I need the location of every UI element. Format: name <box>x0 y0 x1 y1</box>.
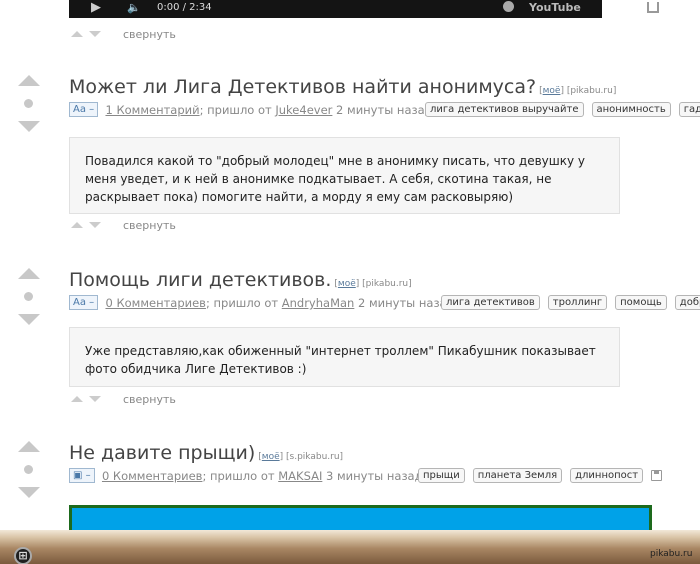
time-ago: 2 минуты назад <box>354 296 455 310</box>
time-ago: 2 минуты назад <box>332 103 433 117</box>
comments-link[interactable]: 0 Комментариев <box>102 469 203 483</box>
downvote-icon[interactable] <box>18 121 40 132</box>
mini-downvote-icon[interactable] <box>89 222 101 228</box>
post-meta: Аа – 0 Комментариев; пришло от AndryhaMa… <box>69 295 455 311</box>
author-link[interactable]: AndryhaMan <box>282 296 355 310</box>
tag[interactable]: помощь <box>615 295 667 310</box>
vote-widget <box>17 75 41 135</box>
vote-widget <box>17 441 41 501</box>
mini-downvote-icon[interactable] <box>89 31 101 37</box>
came-from-label: ; пришло от <box>205 296 282 310</box>
post-source: [моё] [s.pikabu.ru] <box>258 452 344 462</box>
source-domain: pikabu.ru <box>570 86 613 96</box>
mine-link[interactable]: моё <box>543 86 561 96</box>
post-meta: ▣ – 0 Комментариев; пришло от MAKSAI 3 м… <box>69 468 423 484</box>
mini-upvote-icon[interactable] <box>71 396 83 402</box>
post-title[interactable]: Не давите прыщи) <box>69 442 255 464</box>
tag-list: лига детективов выручайте анонимность гады <box>425 102 700 121</box>
video-time: 0:00 / 2:34 <box>157 2 212 13</box>
post-body: Повадился какой то "добрый молодец" мне … <box>69 137 620 214</box>
upvote-icon[interactable] <box>18 268 40 279</box>
video-player-controls: ▶ 🔈 0:00 / 2:34 YouTube <box>69 0 659 18</box>
watch-later-icon[interactable] <box>503 1 514 12</box>
tag-list: прыщи планета Земля длиннопост <box>418 468 663 487</box>
format-label: – <box>85 470 91 481</box>
collapse-link[interactable]: свернуть <box>123 28 176 42</box>
downvote-icon[interactable] <box>18 487 40 498</box>
post-source: [моё] [pikabu.ru] <box>539 86 617 96</box>
upvote-icon[interactable] <box>18 75 40 86</box>
watermark: pikabu.ru <box>650 549 693 559</box>
author-link[interactable]: MAKSAI <box>278 469 322 483</box>
youtube-logo[interactable]: YouTube <box>529 1 581 14</box>
rating-dot <box>24 465 33 474</box>
post-body: Уже представляю,как обиженный "интернет … <box>69 327 620 387</box>
tag[interactable]: лига детективов <box>441 295 540 310</box>
mini-upvote-icon[interactable] <box>71 222 83 228</box>
text-format-toggle[interactable]: Аа – <box>69 102 99 117</box>
tag-list: лига детективов троллинг помощь добро <box>441 295 700 314</box>
tag[interactable]: анонимность <box>591 102 671 117</box>
tag[interactable]: прыщи <box>418 468 465 483</box>
author-link[interactable]: Juke4ever <box>275 103 332 117</box>
camera-icon: ▣ <box>73 470 83 481</box>
post-title[interactable]: Помощь лиги детективов. <box>69 269 331 291</box>
save-icon[interactable] <box>651 470 663 481</box>
post-title-row: Помощь лиги детективов. [моё] [pikabu.ru] <box>69 268 412 292</box>
tag[interactable]: лига детективов выручайте <box>425 102 584 117</box>
mini-downvote-icon[interactable] <box>89 396 101 402</box>
comments-link[interactable]: 1 Комментарий <box>105 103 199 117</box>
taskbar: ⊞ <box>0 530 700 564</box>
upvote-icon[interactable] <box>18 441 40 452</box>
source-domain: s.pikabu.ru <box>289 452 340 462</box>
source-domain: pikabu.ru <box>365 279 409 289</box>
post-source: [моё] [pikabu.ru] <box>334 279 412 289</box>
mini-upvote-icon[interactable] <box>71 31 83 37</box>
comments-link[interactable]: 0 Комментариев <box>105 296 206 310</box>
image-format-toggle[interactable]: ▣ – <box>69 468 95 483</box>
start-button-icon[interactable]: ⊞ <box>14 547 32 564</box>
vote-widget <box>17 268 41 328</box>
came-from-label: ; пришло от <box>202 469 279 483</box>
post-title-row: Не давите прыщи) [моё] [s.pikabu.ru] <box>69 441 343 465</box>
post-title-row: Может ли Лига Детективов найти анонимуса… <box>69 75 616 99</box>
tag[interactable]: добро <box>674 295 700 310</box>
mine-link[interactable]: моё <box>338 279 356 289</box>
tag[interactable]: гады <box>678 102 700 117</box>
play-icon[interactable]: ▶ <box>91 1 101 15</box>
text-format-toggle[interactable]: Аа – <box>69 295 99 310</box>
mine-link[interactable]: моё <box>262 452 280 462</box>
rating-dot <box>24 292 33 301</box>
fullscreen-icon[interactable] <box>647 2 659 13</box>
post-title[interactable]: Может ли Лига Детективов найти анонимуса… <box>69 76 536 98</box>
tag[interactable]: длиннопост <box>570 468 644 483</box>
tag[interactable]: планета Земля <box>472 468 563 483</box>
time-ago: 3 минуты назад <box>322 469 423 483</box>
rating-dot <box>24 99 33 108</box>
tag[interactable]: троллинг <box>547 295 608 310</box>
collapse-link[interactable]: свернуть <box>123 219 176 233</box>
volume-icon[interactable]: 🔈 <box>127 1 141 15</box>
downvote-icon[interactable] <box>18 314 40 325</box>
post-meta: Аа – 1 Комментарий; пришло от Juke4ever … <box>69 102 433 118</box>
collapse-link[interactable]: свернуть <box>123 393 176 407</box>
came-from-label: ; пришло от <box>199 103 276 117</box>
